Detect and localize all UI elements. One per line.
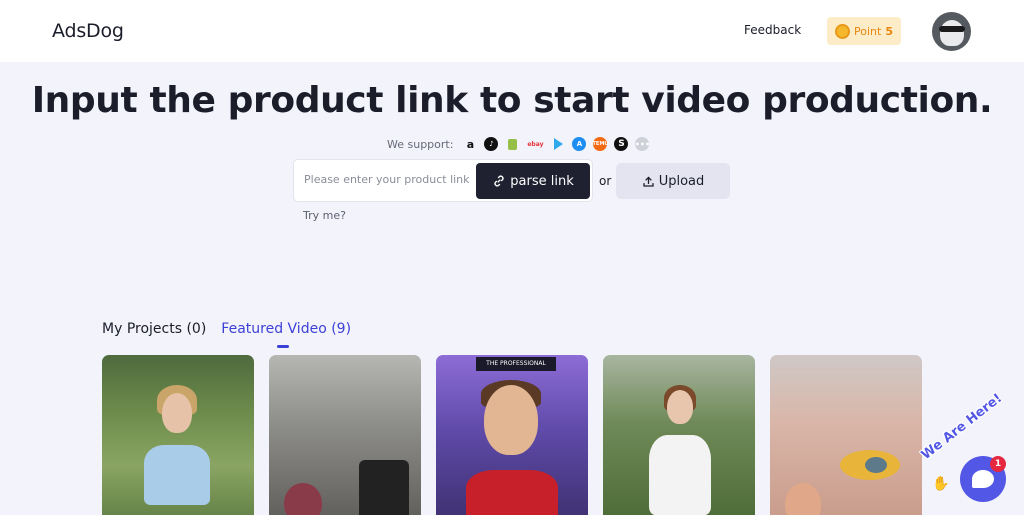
- google-play-icon: [551, 137, 565, 151]
- video-card[interactable]: [603, 355, 755, 515]
- more-icon: •••: [635, 137, 650, 151]
- video-thumbnail: [466, 470, 558, 515]
- top-header: AdsDog Feedback Point 5: [0, 0, 1024, 62]
- chat-notification-badge: 1: [990, 456, 1006, 472]
- support-label: We support:: [387, 137, 454, 151]
- or-separator: or: [599, 174, 612, 188]
- try-me-link[interactable]: Try me?: [303, 209, 346, 222]
- amazon-icon: a: [466, 137, 475, 151]
- video-thumbnail: [162, 393, 192, 433]
- product-link-input[interactable]: [304, 173, 469, 186]
- feedback-link[interactable]: Feedback: [744, 23, 801, 37]
- user-avatar[interactable]: [932, 12, 971, 51]
- video-thumbnail: [785, 483, 821, 515]
- video-card[interactable]: [770, 355, 922, 515]
- ebay-icon: ebay: [527, 140, 544, 148]
- video-card[interactable]: [102, 355, 254, 515]
- video-thumbnail: [667, 390, 693, 424]
- tab-my-projects[interactable]: My Projects (0): [102, 321, 206, 337]
- link-icon: [494, 175, 504, 187]
- wave-hand-icon: ✋: [932, 476, 950, 492]
- active-tab-indicator: [277, 345, 289, 348]
- upload-label: Upload: [658, 173, 705, 189]
- video-thumbnail: [284, 483, 322, 515]
- tiktok-icon: ♪: [484, 137, 499, 151]
- shopify-icon: [505, 137, 519, 151]
- temu-icon: TEMU: [593, 137, 608, 151]
- avatar-face: [940, 20, 964, 46]
- chat-tagline: We Are Here!: [918, 390, 1006, 463]
- parse-link-label: parse link: [510, 173, 574, 189]
- tab-featured-video[interactable]: Featured Video (9): [221, 321, 351, 337]
- video-thumbnail: [484, 385, 538, 455]
- upload-icon: [643, 176, 654, 187]
- chat-bubble-icon: [972, 470, 994, 488]
- video-card[interactable]: [269, 355, 421, 515]
- video-card[interactable]: THE PROFESSIONAL: [436, 355, 588, 515]
- product-link-form: parse link: [293, 159, 593, 202]
- points-badge[interactable]: Point 5: [827, 17, 901, 45]
- coin-icon: [835, 23, 850, 39]
- parse-link-button[interactable]: parse link: [476, 163, 590, 199]
- upload-button[interactable]: Upload: [616, 163, 730, 199]
- shein-icon: S: [614, 137, 629, 151]
- video-thumbnail-banner: THE PROFESSIONAL: [476, 357, 556, 371]
- points-value: 5: [885, 24, 893, 38]
- avatar-glasses: [939, 26, 965, 32]
- video-thumbnail: [649, 435, 711, 515]
- video-thumbnail: [865, 457, 887, 473]
- video-thumbnail: [144, 445, 210, 505]
- app-logo[interactable]: AdsDog: [52, 20, 124, 42]
- video-thumbnail: [359, 460, 409, 515]
- supported-platforms: We support: a ♪ ebay A TEMU S •••: [387, 137, 650, 151]
- app-store-icon: A: [572, 137, 587, 151]
- page-title: Input the product link to start video pr…: [31, 80, 993, 121]
- points-label: Point: [854, 24, 882, 38]
- project-tabs: My Projects (0) Featured Video (9): [102, 321, 366, 337]
